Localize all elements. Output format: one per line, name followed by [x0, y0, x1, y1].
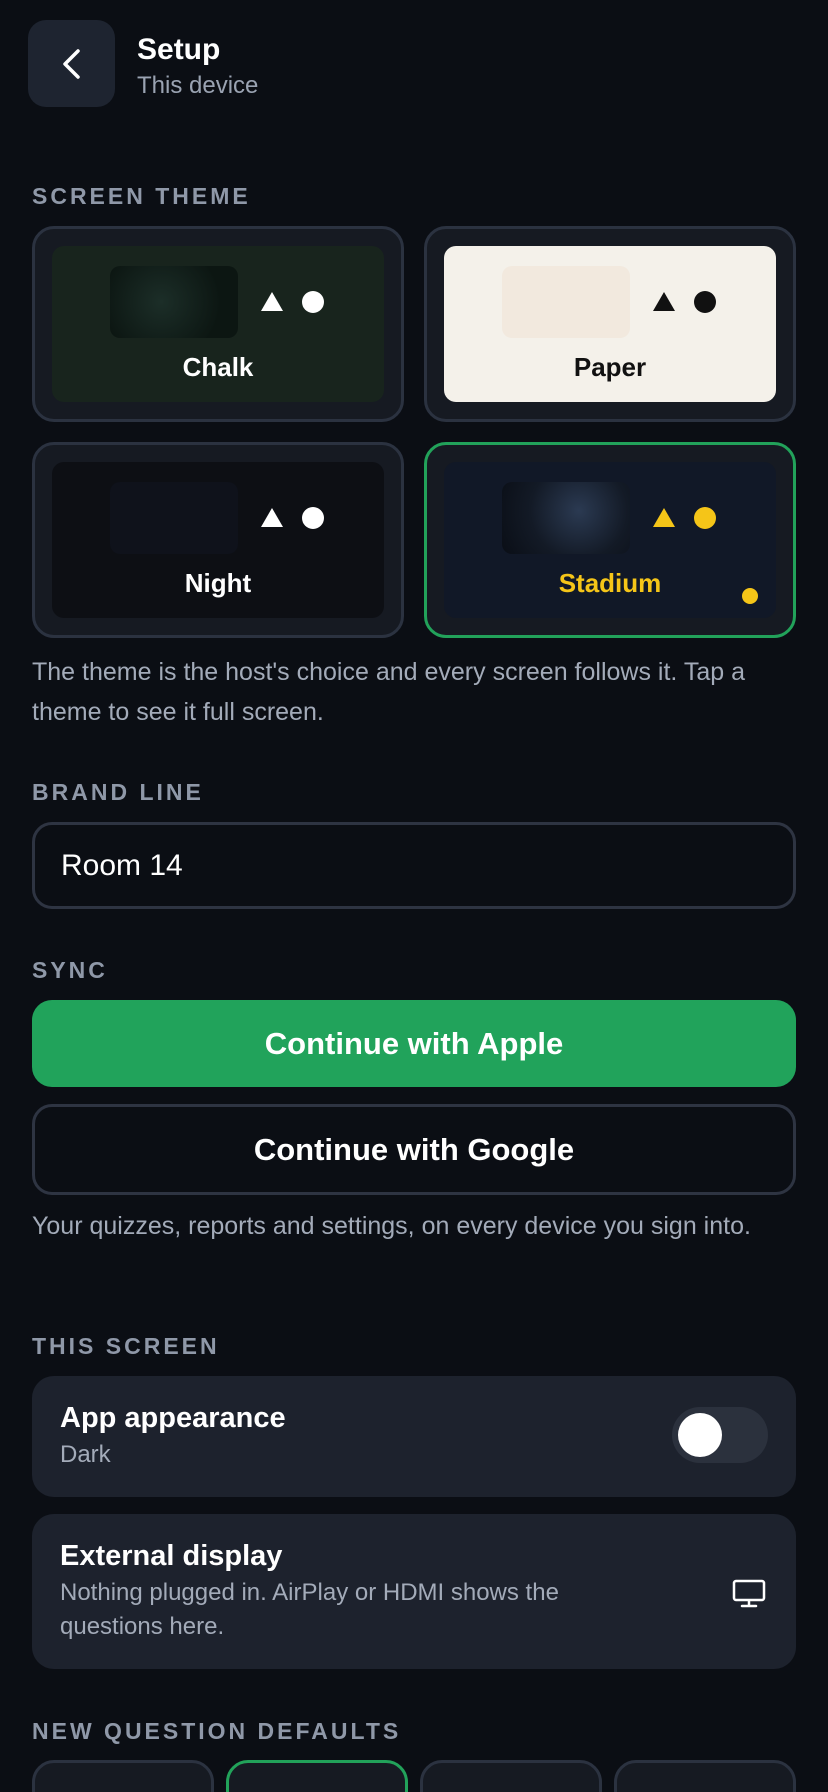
theme-thumbnail	[110, 482, 238, 554]
external-display-row[interactable]: External display Nothing plugged in. Air…	[32, 1514, 796, 1669]
theme-name: Chalk	[182, 352, 254, 382]
theme-preview: Night	[52, 462, 384, 618]
theme-card-chalk[interactable]: Chalk	[32, 226, 404, 422]
theme-preview: Chalk	[52, 246, 384, 402]
theme-name: Stadium	[558, 568, 662, 598]
section-label-this-screen: THIS SCREEN	[32, 1333, 220, 1359]
page-title: Setup	[137, 33, 221, 66]
continue-with-google-button[interactable]: Continue with Google	[32, 1104, 796, 1195]
theme-help-text: The theme is the host's choice and every…	[32, 658, 746, 726]
header: Setup This device	[137, 32, 258, 102]
section-label-new-question-defaults: NEW QUESTION DEFAULTS	[32, 1718, 402, 1744]
circle-icon	[302, 507, 324, 529]
theme-name: Night	[184, 568, 252, 598]
theme-thumbnail	[502, 266, 630, 338]
app-appearance-value: Dark	[60, 1441, 111, 1468]
external-display-description: Nothing plugged in. AirPlay or HDMI show…	[60, 1579, 559, 1640]
default-option-card[interactable]	[32, 1760, 214, 1792]
section-label-brand-line: BRAND LINE	[32, 779, 204, 805]
default-option-card[interactable]	[420, 1760, 602, 1792]
sync-help-text: Your quizzes, reports and settings, on e…	[32, 1212, 751, 1240]
triangle-icon	[261, 292, 283, 311]
theme-card-stadium[interactable]: Stadium	[424, 442, 796, 638]
chevron-left-icon	[62, 48, 80, 79]
theme-preview: Paper	[444, 246, 776, 402]
triangle-icon	[261, 508, 283, 527]
default-option-card[interactable]	[226, 1760, 408, 1792]
app-appearance-toggle[interactable]	[672, 1407, 768, 1463]
triangle-icon	[653, 292, 675, 311]
page-subtitle: This device	[137, 72, 259, 99]
toggle-knob	[678, 1413, 722, 1457]
back-button[interactable]	[28, 20, 115, 107]
app-appearance-row[interactable]: App appearance Dark	[32, 1376, 796, 1497]
theme-card-night[interactable]: Night	[32, 442, 404, 638]
theme-preview: Stadium	[444, 462, 776, 618]
continue-with-apple-button[interactable]: Continue with Apple	[32, 1000, 796, 1087]
theme-card-paper[interactable]: Paper	[424, 226, 796, 422]
app-appearance-title: App appearance	[60, 1402, 286, 1434]
circle-icon	[694, 291, 716, 313]
theme-name: Paper	[573, 352, 647, 382]
theme-thumbnail	[502, 482, 630, 554]
external-display-title: External display	[60, 1540, 283, 1572]
circle-icon	[302, 291, 324, 313]
triangle-icon	[653, 508, 675, 527]
brand-line-input[interactable]	[32, 822, 796, 909]
default-option-card[interactable]	[614, 1760, 796, 1792]
monitor-icon	[732, 1579, 766, 1608]
circle-icon	[694, 507, 716, 529]
selected-indicator	[742, 588, 758, 604]
theme-thumbnail	[110, 266, 238, 338]
section-label-screen-theme: SCREEN THEME	[32, 183, 251, 209]
section-label-sync: SYNC	[32, 957, 108, 983]
